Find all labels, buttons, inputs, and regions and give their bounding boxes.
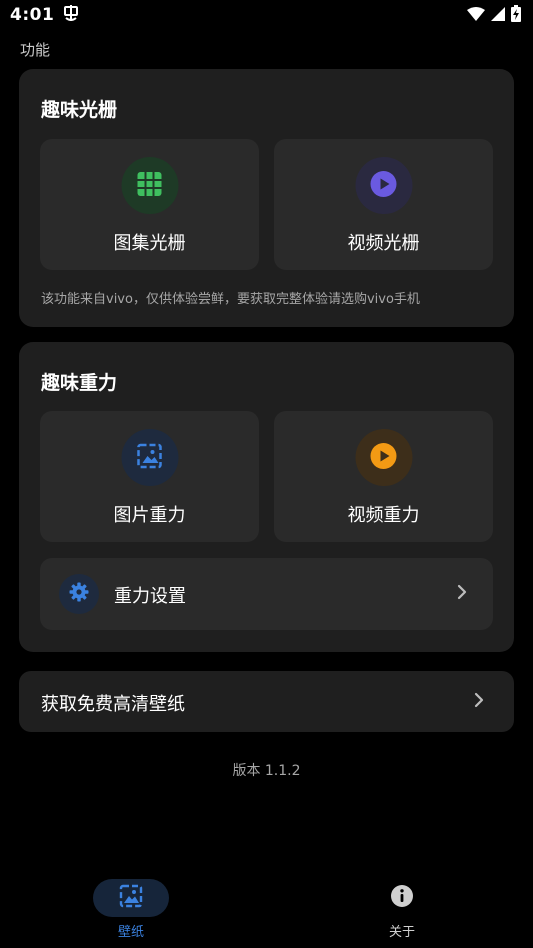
video-gravity-tile[interactable]: 视频重力 <box>274 411 493 542</box>
nav-active-pill <box>93 879 169 917</box>
play-icon-circle <box>355 429 412 486</box>
grating-card-title: 趣味光栅 <box>41 99 118 121</box>
video-grating-label: 视频光栅 <box>347 233 420 254</box>
play-icon <box>370 442 397 473</box>
grating-note: 该功能来自vivo，仅供体验尝鲜，要获取完整体验请选购vivo手机 <box>41 292 420 307</box>
grid-icon-circle <box>121 157 178 214</box>
grid-icon <box>137 171 163 201</box>
image-icon-circle <box>121 429 178 486</box>
album-grating-label: 图集光栅 <box>113 233 186 254</box>
album-grating-tile[interactable]: 图集光栅 <box>40 139 259 270</box>
nav-label-wallpaper: 壁纸 <box>117 925 144 940</box>
status-bar: 4:01 <box>0 0 533 30</box>
video-gravity-label: 视频重力 <box>347 505 420 526</box>
gravity-card-title: 趣味重力 <box>41 372 118 394</box>
video-grating-tile[interactable]: 视频光栅 <box>274 139 493 270</box>
image-gravity-tile[interactable]: 图片重力 <box>40 411 259 542</box>
play-icon-circle <box>355 157 412 214</box>
signal-icon <box>491 6 505 25</box>
settings-icon-circle <box>59 574 99 614</box>
free-wallpaper-row[interactable]: 获取免费高清壁纸 <box>19 671 514 732</box>
info-icon <box>390 884 414 912</box>
wifi-icon <box>467 6 485 25</box>
image-icon <box>137 443 163 473</box>
section-label: 功能 <box>20 41 51 59</box>
gear-icon <box>69 582 89 606</box>
chevron-right-icon <box>474 692 484 712</box>
app-notification-icon <box>62 4 80 26</box>
gravity-settings-label: 重力设置 <box>114 586 186 607</box>
nav-label-about: 关于 <box>388 925 415 940</box>
gravity-settings-row[interactable]: 重力设置 <box>40 558 493 630</box>
bottom-nav: 壁纸 关于 <box>0 870 533 948</box>
image-gravity-label: 图片重力 <box>113 505 186 526</box>
gravity-card: 趣味重力 图片重力 视频重力 重力设置 <box>19 342 514 652</box>
free-wallpaper-label: 获取免费高清壁纸 <box>41 694 185 715</box>
wallpaper-icon <box>119 884 143 912</box>
battery-charging-icon <box>511 4 521 26</box>
grating-card: 趣味光栅 图集光栅 视频光栅 该功能来自vivo，仅供体验尝鲜，要获取完整体验请… <box>19 69 514 327</box>
play-icon <box>370 170 397 201</box>
nav-pill <box>364 879 440 917</box>
nav-item-about[interactable]: 关于 <box>342 870 462 948</box>
status-time: 4:01 <box>10 5 55 25</box>
nav-item-wallpaper[interactable]: 壁纸 <box>71 870 191 948</box>
chevron-right-icon <box>457 584 467 604</box>
version-text: 版本 1.1.2 <box>232 763 301 779</box>
